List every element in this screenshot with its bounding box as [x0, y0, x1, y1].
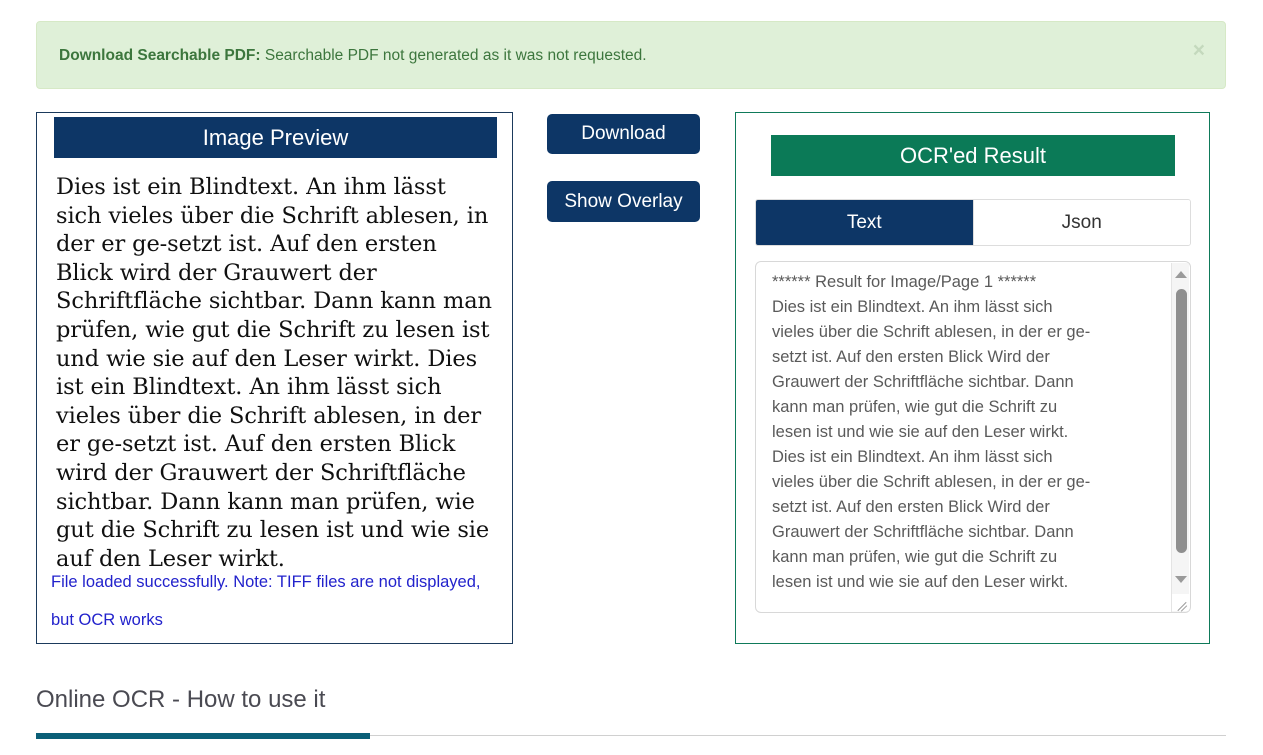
image-preview-body: Dies ist ein Blindtext. An ihm lässt sic…	[37, 173, 512, 573]
ocr-text-content: ****** Result for Image/Page 1 ****** Di…	[772, 273, 1091, 591]
scroll-up-icon[interactable]	[1175, 271, 1187, 278]
image-preview-panel: Image Preview Dies ist ein Blindtext. An…	[36, 112, 513, 644]
show-overlay-button[interactable]: Show Overlay	[547, 181, 700, 222]
tab-json[interactable]: Json	[972, 200, 1190, 245]
ocr-result-header: OCR'ed Result	[771, 135, 1175, 176]
image-preview-header: Image Preview	[54, 117, 497, 158]
result-tabs: Text Json	[755, 199, 1191, 246]
tab-text[interactable]: Text	[756, 200, 973, 245]
download-button[interactable]: Download	[547, 114, 700, 154]
alert-message: Download Searchable PDF: Searchable PDF …	[59, 46, 647, 66]
preview-document-text: Dies ist ein Blindtext. An ihm lässt sic…	[56, 174, 492, 572]
alert-label: Download Searchable PDF:	[59, 47, 261, 64]
alert-detail: Searchable PDF not generated as it was n…	[260, 47, 647, 64]
page-title: Online OCR - How to use it	[36, 686, 326, 713]
scrollbar-thumb[interactable]	[1176, 289, 1187, 553]
searchable-pdf-alert: Download Searchable PDF: Searchable PDF …	[36, 21, 1226, 89]
ocr-text-output[interactable]: ****** Result for Image/Page 1 ****** Di…	[755, 261, 1191, 613]
scroll-down-icon[interactable]	[1175, 576, 1187, 583]
file-load-status: File loaded successfully. Note: TIFF fil…	[51, 573, 481, 629]
ocr-result-panel: OCR'ed Result Text Json ****** Result fo…	[735, 112, 1210, 644]
section-divider	[36, 733, 1226, 739]
divider-accent	[36, 733, 370, 739]
resize-grip-icon[interactable]	[1172, 594, 1189, 612]
close-icon[interactable]: ×	[1187, 36, 1211, 65]
page-root: Download Searchable PDF: Searchable PDF …	[0, 0, 1263, 755]
textarea-scrollbar[interactable]	[1171, 263, 1189, 612]
